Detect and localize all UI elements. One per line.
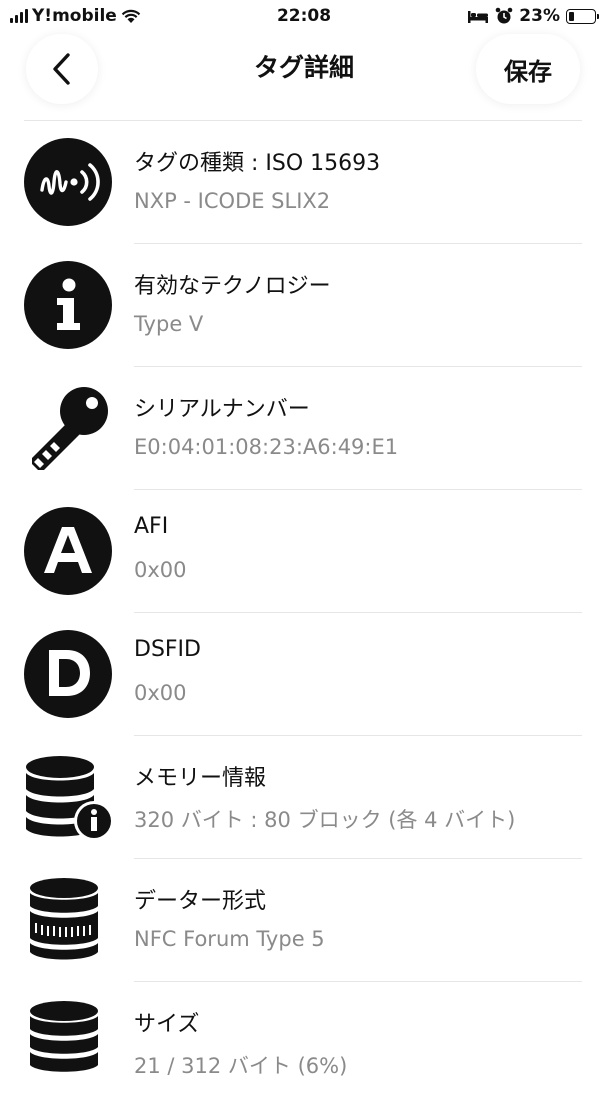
detail-label: データー形式 bbox=[134, 889, 267, 914]
detail-data-format[interactable]: データー形式 NFC Forum Type 5 bbox=[0, 859, 608, 982]
detail-tag-type[interactable]: タグの種類 : ISO 15693 NXP - ICODE SLIX2 bbox=[0, 121, 608, 244]
battery-icon bbox=[566, 8, 599, 24]
detail-value: 0x00 bbox=[134, 681, 187, 705]
detail-memory-info[interactable]: メモリー情報 320 バイト : 80 ブロック (各 4 バイト) bbox=[0, 736, 608, 859]
detail-value: 0x00 bbox=[134, 558, 187, 582]
detail-size[interactable]: サイズ 21 / 312 バイト (6%) bbox=[0, 982, 608, 1105]
detail-technology[interactable]: 有効なテクノロジー Type V bbox=[0, 244, 608, 367]
detail-label: メモリー情報 bbox=[134, 766, 267, 791]
key-icon bbox=[24, 384, 112, 472]
letter-d-icon bbox=[24, 630, 112, 718]
detail-serial-number[interactable]: シリアルナンバー E0:04:01:08:23:A6:49:E1 bbox=[0, 367, 608, 490]
alarm-icon bbox=[495, 7, 513, 24]
detail-value: 320 バイト : 80 ブロック (各 4 バイト) bbox=[134, 808, 516, 832]
letter-a-icon bbox=[24, 507, 112, 595]
status-right-group: 23% bbox=[467, 6, 599, 26]
status-bar: Y!mobile 22:08 23% bbox=[0, 0, 608, 34]
detail-dsfid[interactable]: DSFID 0x00 bbox=[0, 613, 608, 736]
detail-label: DSFID bbox=[134, 637, 201, 662]
detail-value: 21 / 312 バイト (6%) bbox=[134, 1054, 348, 1078]
save-button[interactable]: 保存 bbox=[476, 34, 580, 104]
detail-label: 有効なテクノロジー bbox=[134, 274, 331, 299]
detail-value: Type V bbox=[134, 312, 204, 336]
detail-label: サイズ bbox=[134, 1012, 200, 1037]
tag-detail-list: タグの種類 : ISO 15693 NXP - ICODE SLIX2 有効なテ… bbox=[0, 121, 608, 1105]
info-icon bbox=[24, 261, 112, 349]
detail-label: タグの種類 : ISO 15693 bbox=[134, 151, 381, 176]
database-size-icon bbox=[24, 999, 112, 1087]
navigation-bar: タグ詳細 保存 bbox=[0, 34, 608, 120]
detail-value: E0:04:01:08:23:A6:49:E1 bbox=[134, 435, 399, 459]
detail-label: シリアルナンバー bbox=[134, 397, 310, 422]
detail-value: NXP - ICODE SLIX2 bbox=[134, 189, 331, 213]
detail-afi[interactable]: AFI 0x00 bbox=[0, 490, 608, 613]
detail-value: NFC Forum Type 5 bbox=[134, 927, 325, 951]
detail-label: AFI bbox=[134, 514, 169, 539]
database-info-icon bbox=[24, 753, 112, 841]
nfc-wave-icon bbox=[24, 138, 112, 226]
battery-fill bbox=[569, 11, 574, 21]
bed-icon bbox=[468, 11, 489, 23]
battery-percent: 23% bbox=[519, 6, 560, 26]
database-format-icon bbox=[24, 876, 112, 964]
